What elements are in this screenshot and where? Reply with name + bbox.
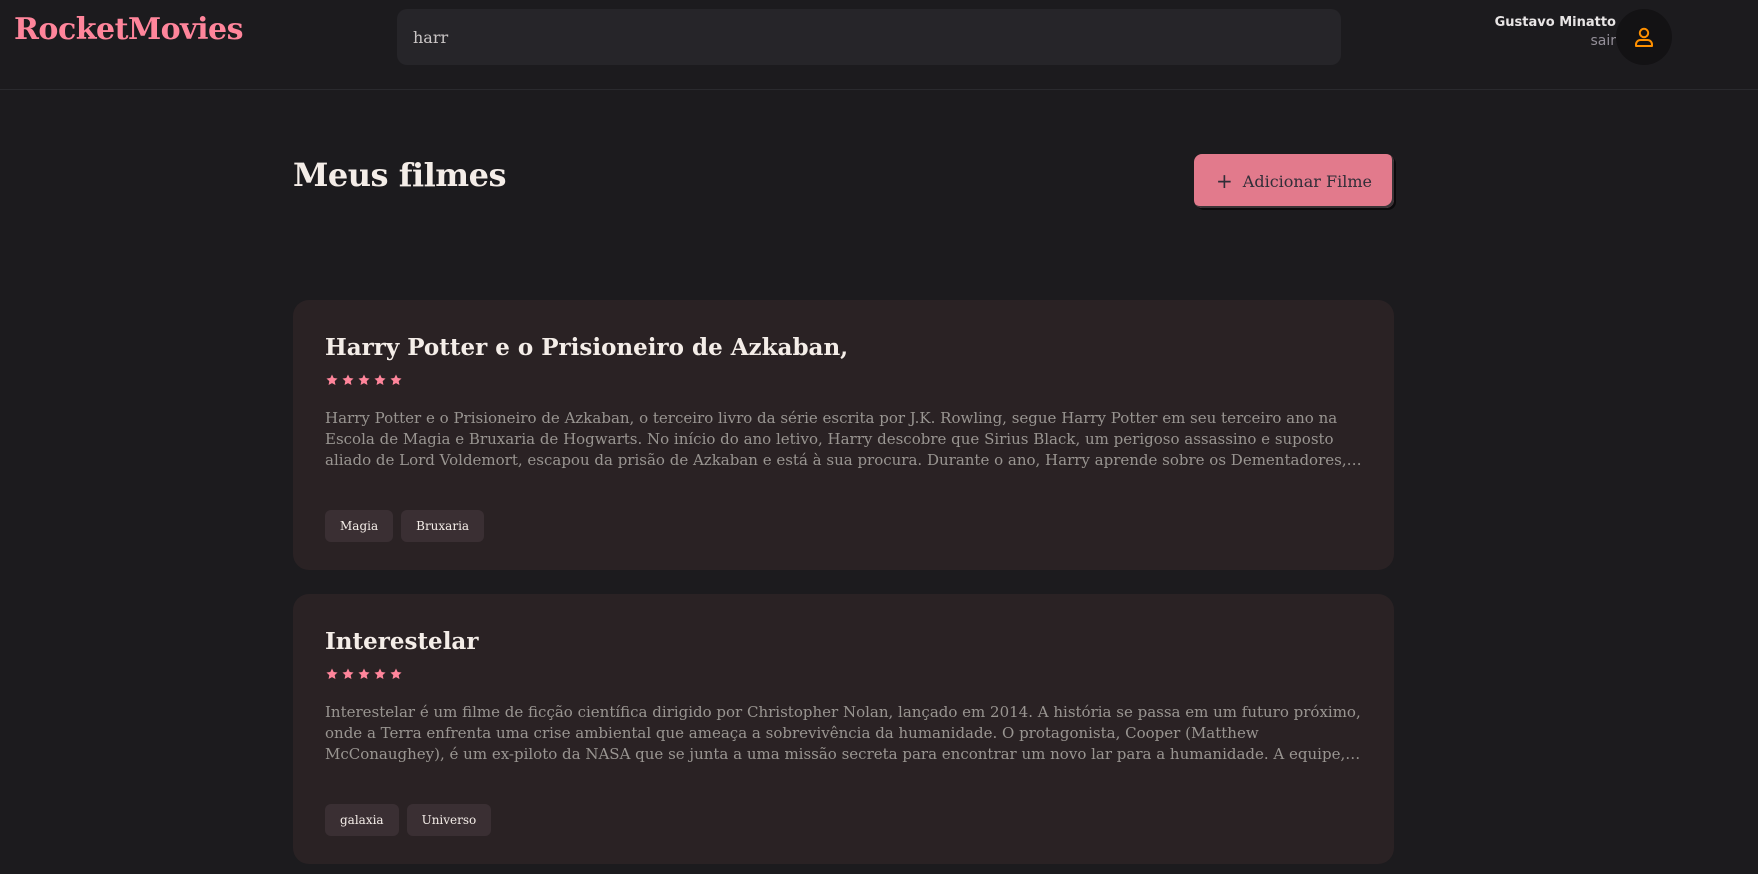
tag-list: galaxia Universo <box>325 804 492 836</box>
rating-stars <box>325 667 403 681</box>
star-filled-icon <box>326 374 338 385</box>
add-movie-button[interactable]: + Adicionar Filme <box>1194 154 1394 208</box>
star-filled-icon <box>374 374 386 385</box>
star-filled-icon <box>358 668 370 679</box>
movie-description: Interestelar é um filme de ficção cientí… <box>325 703 1361 763</box>
avatar[interactable] <box>1616 9 1672 65</box>
tag: Magia <box>325 510 394 542</box>
logout-link[interactable]: sair <box>1495 33 1616 49</box>
plus-icon: + <box>1216 169 1233 193</box>
profile-info: Gustavo Minatto sair <box>1495 15 1616 49</box>
movie-title: Interestelar <box>325 628 479 655</box>
star-filled-icon <box>342 374 354 385</box>
tag: galaxia <box>325 804 399 836</box>
brand-logo[interactable]: RocketMovies <box>14 12 243 47</box>
movie-title: Harry Potter e o Prisioneiro de Azkaban, <box>325 334 849 361</box>
star-filled-icon <box>358 374 370 385</box>
star-filled-icon <box>326 668 338 679</box>
user-name: Gustavo Minatto <box>1494 15 1616 30</box>
search-input[interactable] <box>397 9 1341 65</box>
add-movie-button-label: Adicionar Filme <box>1242 171 1372 191</box>
tag: Universo <box>406 804 492 836</box>
page-title: Meus filmes <box>293 156 507 194</box>
movie-card[interactable]: Harry Potter e o Prisioneiro de Azkaban,… <box>293 300 1394 570</box>
star-filled-icon <box>390 668 402 679</box>
tag-list: Magia Bruxaria <box>325 510 485 542</box>
movie-description: Harry Potter e o Prisioneiro de Azkaban,… <box>325 409 1347 469</box>
rating-stars <box>325 373 403 387</box>
movie-card[interactable]: Interestelar Interestelar é um filme de … <box>293 594 1394 864</box>
star-filled-icon <box>342 668 354 679</box>
user-icon <box>1635 27 1653 47</box>
app-header: RocketMovies Gustavo Minatto sair <box>0 0 1758 90</box>
star-filled-icon <box>390 374 402 385</box>
tag: Bruxaria <box>401 510 485 542</box>
star-filled-icon <box>374 668 386 679</box>
